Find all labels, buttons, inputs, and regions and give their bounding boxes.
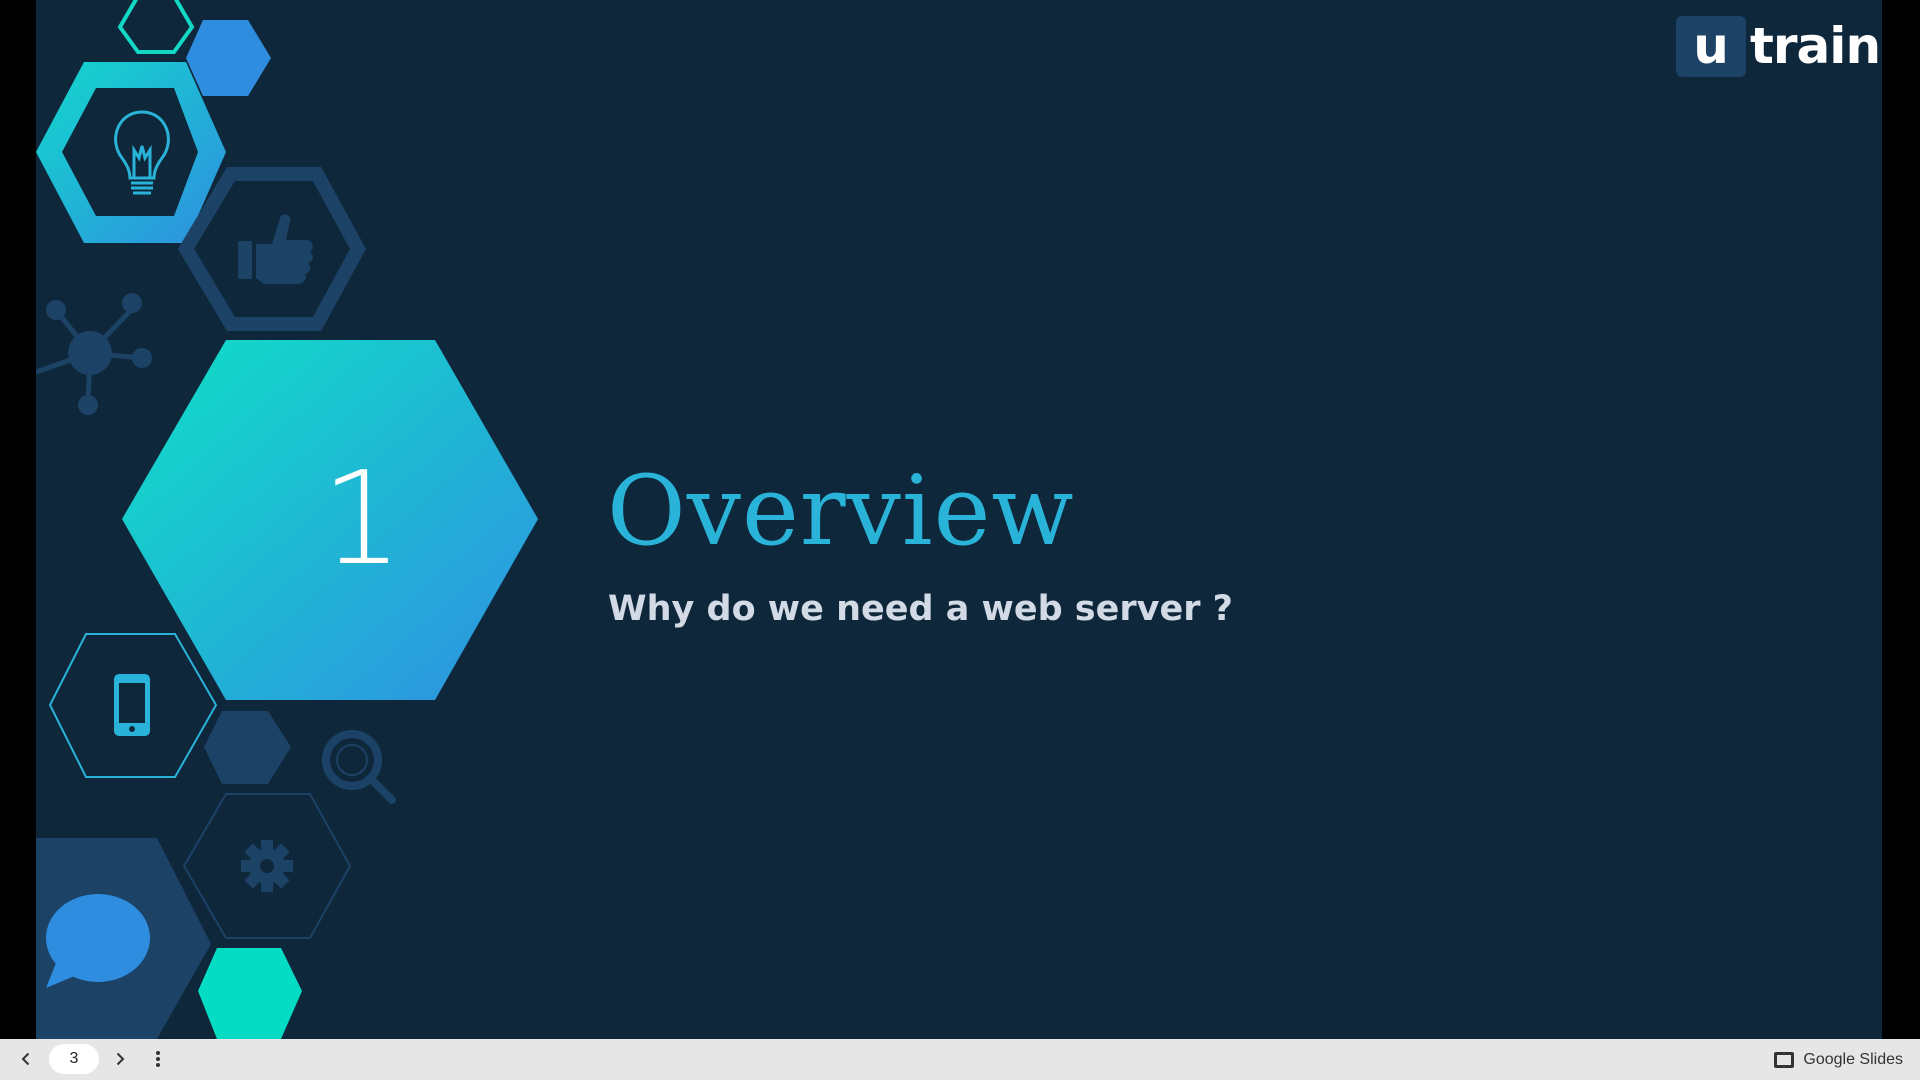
next-slide-button[interactable] xyxy=(105,1044,135,1074)
utrain-logo: u train xyxy=(1676,15,1881,77)
hex-blue-small xyxy=(186,20,271,96)
slides-icon xyxy=(1774,1051,1795,1068)
chevron-left-icon xyxy=(21,1052,30,1066)
search-icon xyxy=(322,730,396,804)
slide-title: Overview xyxy=(607,455,1075,567)
previous-slide-button[interactable] xyxy=(11,1044,41,1074)
slide: 1 Overview Why do we need a web server ?… xyxy=(36,0,1882,1039)
chevron-right-icon xyxy=(116,1052,125,1066)
more-options-button[interactable] xyxy=(143,1044,173,1074)
hex-teal-bottom xyxy=(198,948,302,1039)
google-slides-link[interactable]: Google Slides xyxy=(1773,1039,1903,1080)
phone-icon xyxy=(114,674,150,736)
hex-dark-small xyxy=(204,711,291,784)
page-number-field[interactable]: 3 xyxy=(49,1044,99,1074)
slide-subtitle: Why do we need a web server ? xyxy=(608,589,1233,629)
logo-text: train xyxy=(1750,17,1881,75)
hex-outline-top xyxy=(117,0,195,54)
logo-mark: u xyxy=(1676,15,1746,77)
brand-label: Google Slides xyxy=(1803,1050,1903,1068)
section-number: 1 xyxy=(321,445,403,594)
network-icon xyxy=(36,293,152,415)
more-vertical-icon xyxy=(156,1051,160,1067)
thumbs-up-icon xyxy=(238,214,313,284)
gear-icon xyxy=(241,840,293,892)
viewer-toolbar: 3 Google Slides xyxy=(0,1039,1920,1080)
